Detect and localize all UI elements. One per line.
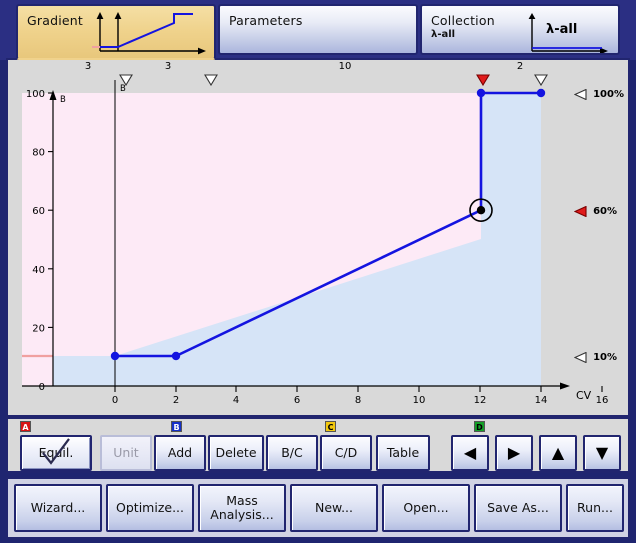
nav-down-button[interactable]: ▼ (583, 435, 621, 471)
tab-gradient-label: Gradient (27, 13, 84, 28)
delete-button-label: Delete (215, 445, 257, 461)
equil-button[interactable]: Equil. (20, 435, 92, 471)
add-button-label: Add (167, 445, 193, 461)
arrow-up-icon: ▲ (551, 443, 565, 462)
segment-number: 3 (84, 61, 92, 72)
svg-text:8: 8 (355, 395, 361, 406)
svg-text:100: 100 (26, 89, 45, 100)
readout-60: 60% (573, 201, 618, 220)
readout-10: 10% (573, 347, 618, 366)
nav-left-button[interactable]: ◀ (451, 435, 489, 471)
svg-text:0: 0 (39, 382, 45, 393)
optimize-button-label: Optimize... (116, 499, 184, 515)
readout-10-label: 10% (593, 352, 618, 363)
svg-text:40: 40 (32, 265, 45, 276)
optimize-button[interactable]: Optimize... (106, 484, 194, 532)
cd-button[interactable]: C/D (320, 435, 372, 471)
svg-text:6: 6 (294, 395, 300, 406)
table-button-label: Table (386, 445, 420, 461)
svg-text:60: 60 (32, 206, 45, 217)
bottom-action-bar: Wizard... Optimize... Mass Analysis... N… (6, 477, 630, 539)
readout-100: 100% (573, 84, 624, 103)
gradient-chart[interactable]: B 100 80 60 40 20 0 CV 0 2 4 6 8 10 12 1… (8, 80, 628, 419)
application-window: Gradient Parameters Collection λ-all λ-a… (0, 0, 636, 543)
unit-button-label: Unit (113, 445, 139, 461)
save-as-button-label: Save As... (487, 499, 549, 515)
nav-up-button[interactable]: ▲ (539, 435, 577, 471)
table-button[interactable]: Table (376, 435, 430, 471)
new-button-label: New... (314, 499, 354, 515)
tag-marker-a: A (20, 421, 31, 432)
readout-60-label: 60% (593, 206, 618, 217)
tab-parameters-label: Parameters (229, 13, 303, 28)
gradient-plot-panel: 3 3 10 2 B 100 80 60 40 20 0 CV 0 2 4 6 … (6, 58, 630, 417)
percent-readouts: 100% 60% 10% (573, 80, 628, 395)
unit-button: Unit (100, 435, 152, 471)
svg-text:20: 20 (32, 323, 45, 334)
cd-button-label: C/D (334, 445, 358, 461)
tab-collection-sublabel: λ-all (431, 29, 456, 40)
tab-collection[interactable]: Collection λ-all λ-all (420, 4, 620, 55)
lambda-all-icon: λ-all (522, 11, 612, 53)
arrow-right-icon: ▶ (507, 443, 521, 462)
open-button-label: Open... (403, 499, 449, 515)
svg-text:0: 0 (112, 395, 118, 406)
new-button[interactable]: New... (290, 484, 378, 532)
tag-marker-b: B (171, 421, 182, 432)
svg-text:10: 10 (413, 395, 426, 406)
tag-marker-d: D (474, 421, 485, 432)
bc-button[interactable]: B/C (266, 435, 318, 471)
open-button[interactable]: Open... (382, 484, 470, 532)
run-button[interactable]: Run... (566, 484, 624, 532)
segment-ruler[interactable]: 3 3 10 2 (8, 60, 628, 87)
gradient-curve-icon (88, 11, 208, 58)
wizard-button[interactable]: Wizard... (14, 484, 102, 532)
svg-text:80: 80 (32, 148, 45, 159)
svg-text:12: 12 (474, 395, 487, 406)
run-button-label: Run... (577, 499, 613, 515)
nav-right-button[interactable]: ▶ (495, 435, 533, 471)
bc-button-label: B/C (281, 445, 303, 461)
delete-button[interactable]: Delete (208, 435, 264, 471)
segment-number: 2 (516, 61, 524, 72)
arrow-down-icon: ▼ (595, 443, 609, 462)
svg-text:λ-all: λ-all (546, 22, 577, 37)
svg-text:16: 16 (596, 395, 609, 406)
tag-marker-c: C (325, 421, 336, 432)
mass-analysis-button-label: Mass Analysis... (210, 492, 274, 522)
equil-button-label: Equil. (38, 445, 74, 461)
svg-text:14: 14 (535, 395, 548, 406)
tab-collection-label: Collection (431, 13, 495, 28)
svg-text:4: 4 (233, 395, 239, 406)
arrow-left-icon: ◀ (463, 443, 477, 462)
wizard-button-label: Wizard... (30, 499, 86, 515)
add-button[interactable]: Add (154, 435, 206, 471)
svg-text:2: 2 (173, 395, 179, 406)
tab-gradient[interactable]: Gradient (16, 4, 216, 60)
svg-text:B: B (120, 84, 126, 94)
svg-text:B: B (60, 95, 66, 105)
gradient-tool-row: A B C D Equil. Unit Add Delete B/C C/D T… (6, 417, 630, 473)
segment-number: 3 (164, 61, 172, 72)
readout-100-label: 100% (593, 89, 624, 100)
save-as-button[interactable]: Save As... (474, 484, 562, 532)
tab-parameters[interactable]: Parameters (218, 4, 418, 55)
tab-bar: Gradient Parameters Collection λ-all λ-a… (0, 0, 636, 60)
mass-analysis-button[interactable]: Mass Analysis... (198, 484, 286, 532)
segment-number: 10 (338, 61, 352, 72)
